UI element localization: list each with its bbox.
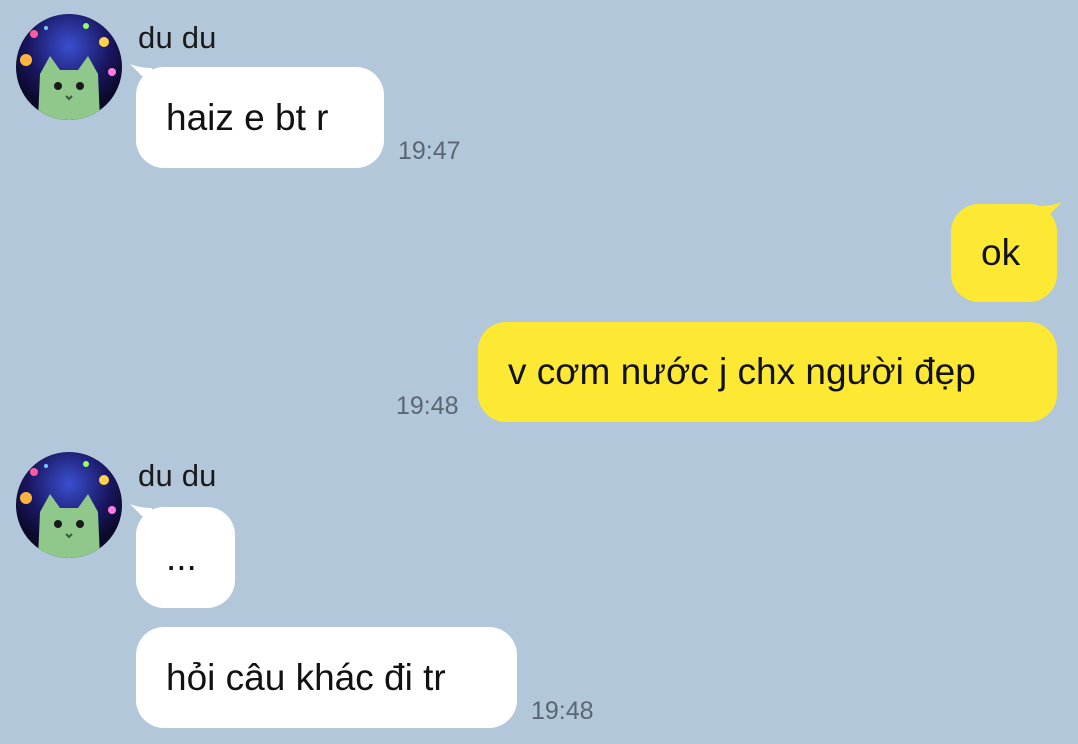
incoming-message-bubble[interactable]: haiz e bt r (136, 67, 384, 168)
sender-name: du du (138, 458, 217, 493)
incoming-message-bubble[interactable]: hỏi câu khác đi tr (136, 627, 517, 728)
message-timestamp: 19:48 (396, 392, 459, 420)
sender-name: du du (138, 20, 217, 55)
incoming-message-bubble[interactable]: ... (136, 507, 235, 608)
message-text: haiz e bt r (166, 96, 329, 138)
chat-area: du du haiz e bt r 19:47 ok v cơm nước j … (0, 0, 1078, 744)
message-text: ... (166, 536, 197, 578)
cat-avatar-icon (20, 461, 116, 558)
sender-avatar[interactable] (16, 452, 122, 558)
outgoing-message-bubble[interactable]: ok (951, 204, 1057, 302)
sender-avatar[interactable] (16, 14, 122, 120)
message-timestamp: 19:48 (531, 697, 594, 725)
message-timestamp: 19:47 (398, 137, 461, 165)
message-text: hỏi câu khác đi tr (166, 656, 446, 698)
message-text: ok (981, 232, 1021, 273)
cat-avatar-icon (20, 23, 116, 120)
message-text: v cơm nước j chx người đẹp (508, 351, 976, 392)
outgoing-message-bubble[interactable]: v cơm nước j chx người đẹp (478, 322, 1057, 422)
